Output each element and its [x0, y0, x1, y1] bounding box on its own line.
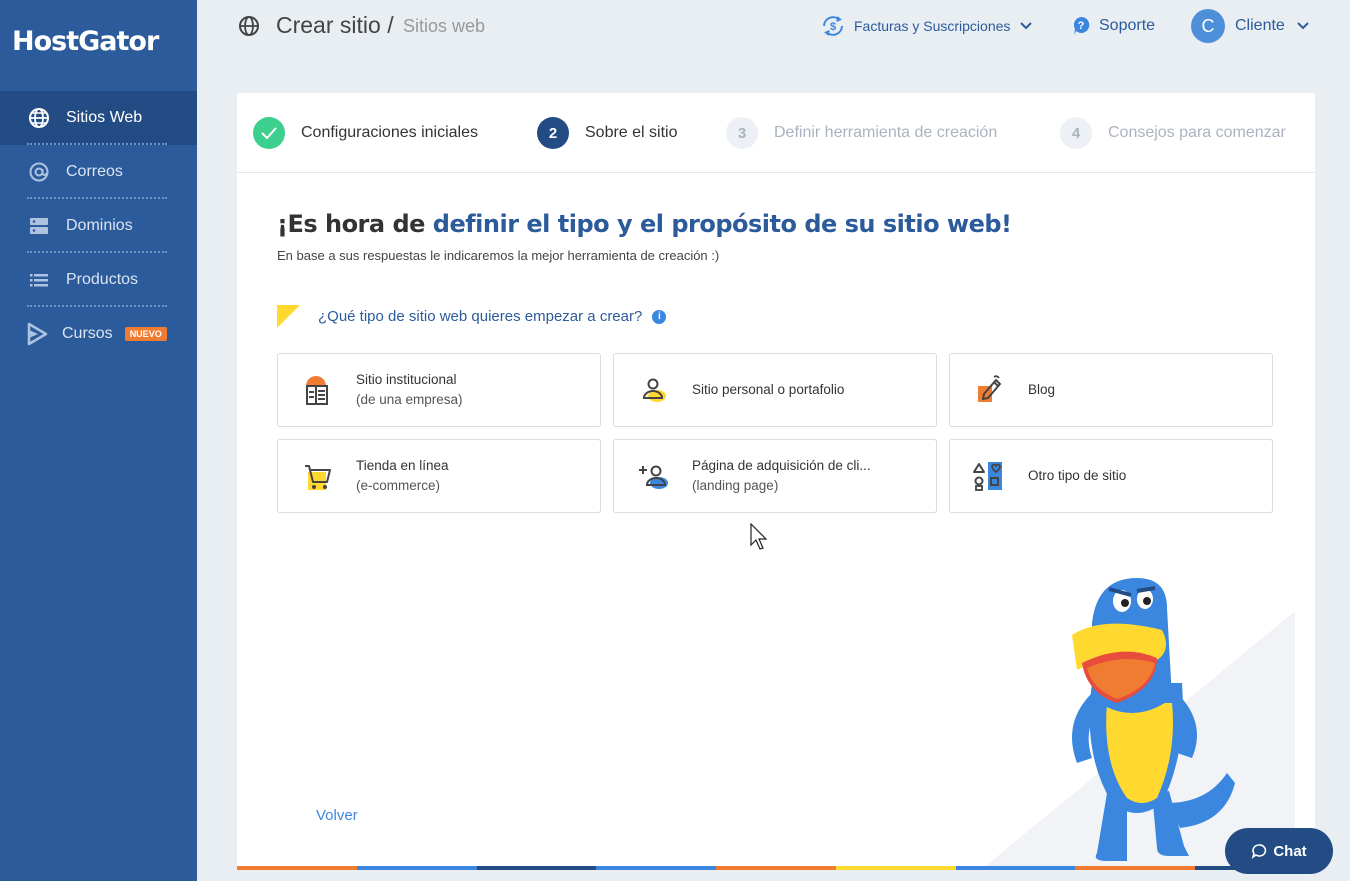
sidebar-item-label: Sitios Web	[66, 109, 143, 126]
question-row: ¿Qué tipo de sitio web quieres empezar a…	[277, 305, 667, 328]
support-link[interactable]: ? Soporte	[1072, 16, 1155, 36]
list-icon	[28, 269, 50, 291]
back-link[interactable]: Volver	[316, 807, 358, 824]
support-label: Soporte	[1099, 17, 1156, 34]
billing-icon: $	[820, 13, 846, 39]
chat-label: Chat	[1273, 842, 1307, 860]
option-tienda[interactable]: Tienda en línea (e-commerce)	[277, 439, 601, 513]
option-title: Sitio institucional	[356, 372, 457, 387]
question-text: ¿Qué tipo de sitio web quieres empezar a…	[318, 308, 643, 325]
breadcrumb-current[interactable]: Sitios web	[403, 16, 485, 37]
globe-icon	[238, 15, 260, 42]
info-icon[interactable]: i	[652, 309, 667, 324]
user-menu[interactable]: C Cliente	[1191, 9, 1309, 43]
step-3: 3 Definir herramienta de creación	[726, 117, 997, 149]
help-icon: ?	[1072, 16, 1090, 36]
option-subtitle: (landing page)	[692, 478, 779, 493]
option-title: Blog	[1028, 382, 1056, 397]
add-person-icon	[636, 458, 672, 494]
mouse-cursor-icon	[750, 523, 768, 550]
step-label: Configuraciones iniciales	[301, 124, 478, 141]
wizard-card: Configuraciones iniciales 2 Sobre el sit…	[237, 93, 1315, 870]
chevron-down-icon	[1020, 22, 1033, 30]
person-icon	[636, 372, 672, 408]
chevron-down-icon	[1297, 22, 1309, 30]
option-title: Sitio personal o portafolio	[692, 382, 845, 397]
step-4: 4 Consejos para comenzar	[1060, 117, 1286, 149]
stepper: Configuraciones iniciales 2 Sobre el sit…	[237, 93, 1315, 173]
option-title: Página de adquisición de cli...	[692, 458, 871, 473]
option-personal[interactable]: Sitio personal o portafolio	[613, 353, 937, 427]
option-title: Otro tipo de sitio	[1028, 468, 1127, 483]
step-number: 2	[537, 117, 569, 149]
footer-color-stripe	[237, 866, 1316, 870]
heading-highlight: definir el tipo y el propósito de su sit…	[432, 210, 1012, 238]
server-icon	[28, 215, 50, 237]
check-icon	[253, 117, 285, 149]
option-institucional[interactable]: Sitio institucional (de una empresa)	[277, 353, 601, 427]
step-label: Definir herramienta de creación	[774, 124, 998, 141]
pencil-icon	[972, 372, 1008, 408]
svg-text:?: ?	[1078, 20, 1085, 32]
sidebar-item-cursos[interactable]: Cursos NUEVO	[0, 307, 197, 361]
step-number: 3	[726, 117, 758, 149]
svg-text:$: $	[830, 21, 836, 33]
sidebar-item-dominios[interactable]: Dominios	[0, 199, 197, 253]
at-icon	[28, 161, 50, 183]
main-heading: ¡Es hora de definir el tipo y el propósi…	[277, 210, 1012, 238]
sidebar-item-label: Dominios	[66, 217, 133, 234]
step-2[interactable]: 2 Sobre el sitio	[537, 117, 678, 149]
avatar: C	[1191, 9, 1225, 43]
building-icon	[300, 372, 336, 408]
sidebar-item-productos[interactable]: Productos	[0, 253, 197, 307]
step-1[interactable]: Configuraciones iniciales	[253, 117, 478, 149]
billing-label: Facturas y Suscripciones	[854, 18, 1011, 34]
heading-prefix: ¡Es hora de	[277, 210, 433, 238]
globe-icon	[28, 107, 50, 129]
sidebar-item-correos[interactable]: Correos	[0, 145, 197, 199]
hostgator-logo[interactable]: HostGator	[12, 26, 159, 57]
step-label: Sobre el sitio	[585, 124, 678, 141]
sidebar: HostGator Sitios Web Correos Dominios Pr…	[0, 0, 197, 881]
option-title: Tienda en línea	[356, 458, 449, 473]
gator-mascot-illustration	[980, 578, 1295, 870]
heading-subtitle: En base a sus respuestas le indicaremos …	[277, 248, 720, 263]
page-title: Crear sitio /	[276, 12, 394, 38]
cart-icon	[300, 458, 336, 494]
option-subtitle: (e-commerce)	[356, 478, 441, 493]
new-badge: NUEVO	[124, 327, 167, 341]
step-number: 4	[1060, 117, 1092, 149]
shapes-icon	[972, 458, 1008, 494]
option-landing[interactable]: Página de adquisición de cli... (landing…	[613, 439, 937, 513]
sidebar-item-label: Productos	[66, 271, 139, 288]
sidebar-item-label: Correos	[66, 163, 123, 180]
billing-menu[interactable]: $ Facturas y Suscripciones	[820, 13, 1033, 39]
play-icon	[26, 322, 48, 346]
flag-marker	[277, 305, 300, 328]
chat-bubble-icon	[1251, 843, 1267, 859]
option-blog[interactable]: Blog	[949, 353, 1273, 427]
sidebar-item-label: Cursos	[62, 325, 113, 342]
step-label: Consejos para comenzar	[1108, 124, 1286, 141]
option-otro[interactable]: Otro tipo de sitio	[949, 439, 1273, 513]
user-label: Cliente	[1235, 17, 1285, 34]
chat-button[interactable]: Chat	[1225, 828, 1333, 874]
sidebar-item-sitios-web[interactable]: Sitios Web	[0, 91, 197, 145]
option-subtitle: (de una empresa)	[356, 392, 463, 407]
